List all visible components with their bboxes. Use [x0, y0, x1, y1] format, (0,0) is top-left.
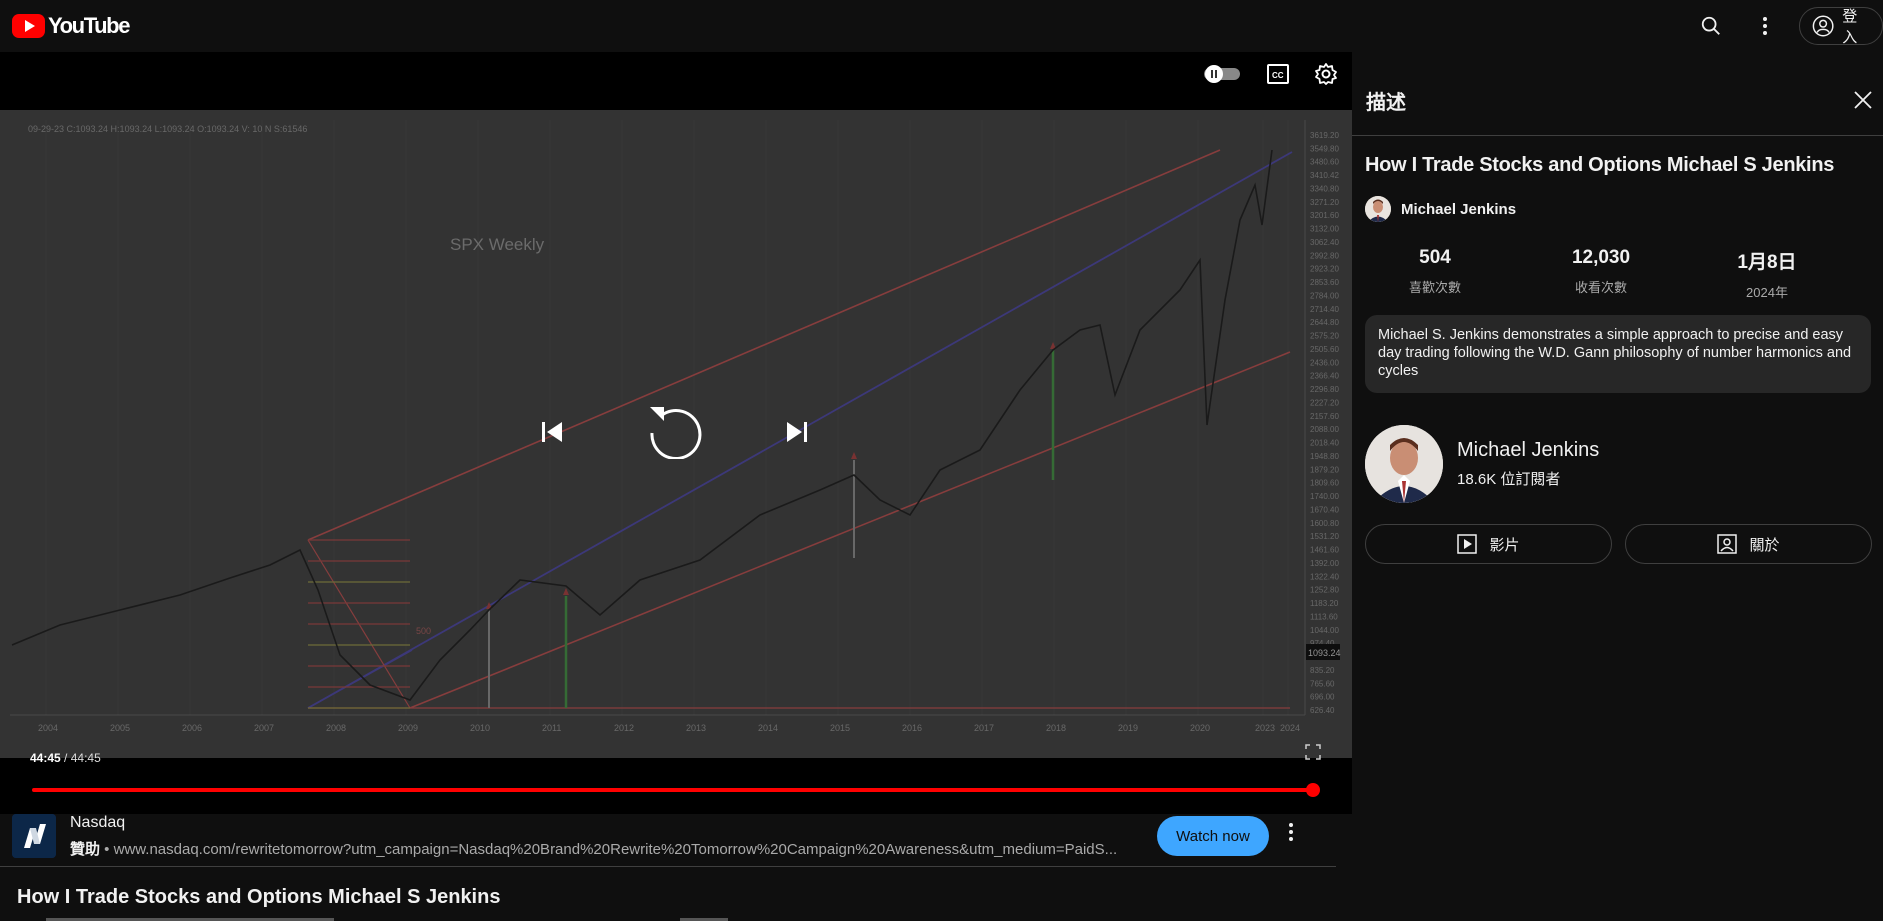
previous-icon[interactable]	[540, 420, 564, 449]
ad-sponsor-line[interactable]: 贊助 • www.nasdaq.com/rewritetomorrow?utm_…	[70, 838, 1135, 859]
close-icon[interactable]	[1853, 90, 1873, 115]
channel-card[interactable]: Michael Jenkins 18.6K 位訂閱者	[1365, 425, 1599, 503]
more-vert-icon[interactable]	[1745, 6, 1785, 46]
time-display: 44:45 / 44:45	[30, 751, 101, 765]
description-text: Michael S. Jenkins demonstrates a simple…	[1365, 315, 1871, 393]
stats-row: 504 喜歡次數 12,030 收看次數 1月8日 2024年	[1352, 247, 1883, 301]
likes-value: 504	[1419, 247, 1451, 268]
next-icon[interactable]	[785, 420, 809, 449]
autoplay-toggle[interactable]	[1202, 64, 1242, 89]
ad-url[interactable]: www.nasdaq.com/rewritetomorrow?utm_campa…	[114, 841, 1118, 858]
year-label: 2024年	[1746, 285, 1788, 300]
video-player[interactable]: CC 09-29-23 C:1093.24 H:1093.24 L:1093.2…	[0, 52, 1352, 814]
video-title: How I Trade Stocks and Options Michael S…	[17, 886, 501, 908]
videos-label: 影片	[1489, 536, 1520, 554]
watch-now-button[interactable]: Watch now	[1157, 816, 1269, 856]
account-icon	[1812, 15, 1834, 37]
time-total: 44:45	[70, 751, 101, 765]
views-value: 12,030	[1571, 247, 1631, 268]
panel-heading: 描述	[1366, 92, 1406, 114]
time-current: 44:45	[30, 751, 61, 765]
signin-button[interactable]: 登入	[1799, 7, 1883, 46]
videos-button[interactable]: 影片	[1365, 524, 1612, 564]
signin-label: 登入	[1842, 8, 1858, 46]
time-separator: /	[60, 751, 71, 765]
date-stat: 1月8日 2024年	[1684, 247, 1850, 301]
channel-name-large[interactable]: Michael Jenkins	[1457, 439, 1599, 462]
settings-icon[interactable]	[1314, 62, 1338, 91]
search-icon[interactable]	[1691, 6, 1731, 46]
fullscreen-icon[interactable]	[1305, 744, 1321, 765]
about-label: 關於	[1749, 536, 1780, 554]
channel-avatar-large[interactable]	[1365, 425, 1443, 503]
subscriber-count: 18.6K 位訂閱者	[1457, 471, 1561, 488]
views-label: 收看次數	[1574, 280, 1627, 295]
ad-more-icon[interactable]	[1288, 822, 1294, 847]
nasdaq-logo-icon[interactable]	[12, 814, 56, 858]
top-bar: YouTube 登入	[0, 0, 1883, 52]
likes-stat: 504 喜歡次數	[1352, 247, 1518, 301]
youtube-play-icon	[12, 14, 45, 38]
date-value: 1月8日	[1737, 252, 1797, 273]
ad-row[interactable]: Nasdaq 贊助 • www.nasdaq.com/rewritetomorr…	[0, 814, 1352, 866]
logo-text: YouTube	[48, 13, 130, 38]
channel-avatar[interactable]	[1365, 196, 1391, 222]
divider	[0, 866, 1336, 867]
about-button[interactable]: 關於	[1625, 524, 1872, 564]
youtube-logo[interactable]: YouTube	[12, 13, 130, 39]
description-panel: 描述 How I Trade Stocks and Options Michae…	[1352, 52, 1883, 921]
video-icon	[1457, 534, 1478, 554]
captions-icon[interactable]: CC	[1266, 63, 1290, 90]
description-title: How I Trade Stocks and Options Michael S…	[1365, 154, 1835, 176]
replay-icon[interactable]	[646, 401, 702, 464]
sponsored-label: 贊助	[70, 841, 101, 858]
likes-label: 喜歡次數	[1408, 280, 1461, 295]
panel-header: 描述	[1352, 52, 1883, 136]
svg-text:CC: CC	[1272, 71, 1284, 80]
progress-bar[interactable]	[32, 788, 1312, 792]
views-stat: 12,030 收看次數	[1518, 247, 1684, 301]
channel-row[interactable]: Michael Jenkins	[1365, 196, 1516, 222]
account-box-icon	[1717, 534, 1738, 554]
ad-bullet: •	[100, 841, 114, 858]
ad-advertiser[interactable]: Nasdaq	[70, 814, 125, 832]
progress-scrubber[interactable]	[1306, 783, 1320, 797]
channel-name[interactable]: Michael Jenkins	[1401, 201, 1516, 218]
